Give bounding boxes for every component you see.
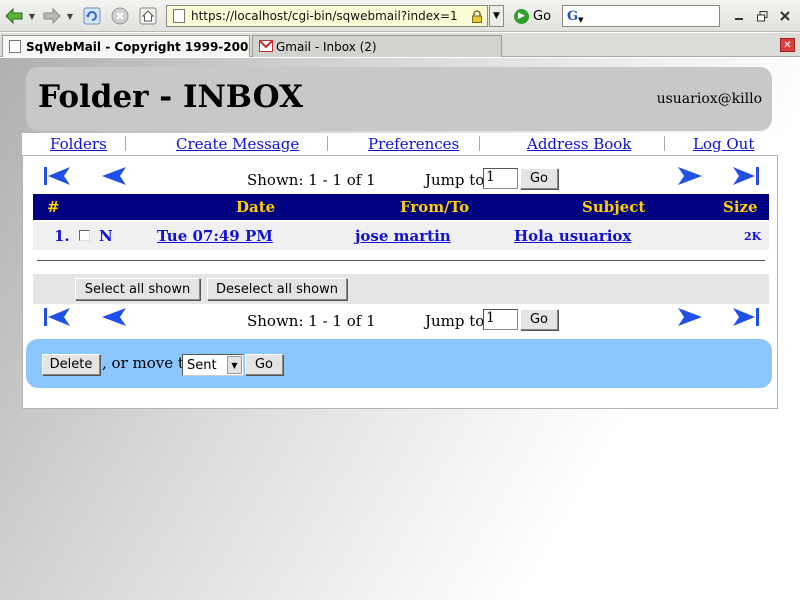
webmail-page: Folder - INBOX usuariox@killo Folders Cr…: [0, 58, 800, 600]
tab-gmail[interactable]: Gmail - Inbox (2): [252, 35, 502, 57]
column-number: #: [47, 198, 60, 216]
nav-address-book[interactable]: Address Book: [527, 135, 631, 153]
move-folder-select[interactable]: Sent ▼: [182, 354, 244, 376]
home-icon[interactable]: [138, 6, 158, 26]
page-title: Folder - INBOX: [38, 79, 304, 115]
close-tab-icon[interactable]: ✕: [780, 38, 795, 52]
jump-input[interactable]: 1: [483, 309, 518, 330]
tab-label: Gmail - Inbox (2): [276, 39, 377, 54]
page-icon: [173, 9, 185, 23]
jump-label: Jump to:: [425, 171, 490, 189]
search-engine-dropdown-icon[interactable]: ▼: [578, 16, 583, 24]
table-row[interactable]: 1. N Tue 07:49 PM jose martin Hola usuar…: [33, 222, 769, 250]
tab-sqwebmail[interactable]: SqWebMail - Copyright 1999-2004...: [2, 35, 250, 57]
message-list-header: # Date From/To Subject Size: [33, 194, 769, 220]
message-number: 1.: [54, 227, 70, 245]
previous-page-icon[interactable]: [101, 165, 127, 187]
jump-go-button[interactable]: Go: [520, 309, 558, 330]
nav-separator: [664, 136, 665, 151]
browser-toolbar: ▼ ▼ https://localhost/cgi-bin/sqwebmail?…: [0, 0, 800, 32]
nav-folders[interactable]: Folders: [50, 135, 107, 153]
jump-go-button[interactable]: Go: [520, 168, 558, 189]
column-size[interactable]: Size: [723, 198, 758, 216]
forward-icon[interactable]: [42, 6, 62, 26]
restore-icon[interactable]: [754, 8, 770, 24]
folder-header: Folder - INBOX usuariox@killo: [26, 67, 772, 131]
shown-count: Shown: 1 - 1 of 1: [247, 171, 376, 189]
move-go-button[interactable]: Go: [245, 354, 283, 375]
column-subject[interactable]: Subject: [582, 198, 645, 216]
gmail-icon: [259, 40, 273, 53]
column-from-to[interactable]: From/To: [400, 198, 469, 216]
search-input[interactable]: G ▼: [562, 5, 720, 27]
go-arrow-icon: ▶: [514, 8, 529, 24]
back-icon[interactable]: [4, 6, 24, 26]
minimize-icon[interactable]: [731, 8, 747, 24]
lock-icon: [471, 10, 483, 23]
next-page-icon[interactable]: [677, 165, 703, 187]
first-page-icon[interactable]: [43, 306, 71, 328]
last-page-icon[interactable]: [732, 165, 760, 187]
stop-icon[interactable]: [110, 6, 130, 26]
message-date-link[interactable]: Tue 07:49 PM: [157, 227, 273, 245]
column-date[interactable]: Date: [236, 198, 275, 216]
divider: [37, 260, 765, 261]
jump-label: Jump to:: [425, 312, 490, 330]
pager-bottom: Shown: 1 - 1 of 1 Jump to: 1 Go: [33, 306, 769, 332]
back-dropdown-icon[interactable]: ▼: [27, 6, 37, 26]
google-search-icon: G: [567, 8, 579, 24]
nav-create-message[interactable]: Create Message: [176, 135, 299, 153]
reload-icon[interactable]: [82, 6, 102, 26]
main-nav: Folders Create Message Preferences Addre…: [22, 133, 778, 155]
close-window-icon[interactable]: [777, 8, 793, 24]
select-all-button[interactable]: Select all shown: [75, 278, 200, 300]
url-history-dropdown[interactable]: ▼: [489, 5, 504, 27]
browser-go-label: Go: [533, 8, 552, 24]
message-subject-link[interactable]: Hola usuariox: [514, 227, 631, 245]
message-size: 2K: [744, 230, 762, 243]
nav-log-out[interactable]: Log Out: [693, 135, 754, 153]
nav-separator: [125, 136, 126, 151]
message-status: N: [99, 227, 113, 245]
message-from-link[interactable]: jose martin: [355, 227, 451, 245]
first-page-icon[interactable]: [43, 165, 71, 187]
nav-separator: [327, 136, 328, 151]
deselect-all-button[interactable]: Deselect all shown: [207, 278, 347, 300]
delete-button[interactable]: Delete: [42, 354, 100, 375]
nav-separator: [479, 136, 480, 151]
last-page-icon[interactable]: [732, 306, 760, 328]
shown-count: Shown: 1 - 1 of 1: [247, 312, 376, 330]
move-folder-value: Sent: [187, 357, 217, 373]
jump-input[interactable]: 1: [483, 168, 518, 189]
url-text[interactable]: https://localhost/cgi-bin/sqwebmail?inde…: [191, 9, 471, 23]
chevron-down-icon: ▼: [227, 356, 242, 374]
tab-bar: SqWebMail - Copyright 1999-2004... Gmail…: [0, 33, 800, 57]
previous-page-icon[interactable]: [101, 306, 127, 328]
browser-go-button[interactable]: ▶ Go: [514, 6, 551, 26]
user-email: usuariox@killo: [656, 91, 762, 107]
next-page-icon[interactable]: [677, 306, 703, 328]
page-icon: [9, 40, 21, 53]
pager-top: Shown: 1 - 1 of 1 Jump to: 1 Go: [33, 165, 769, 191]
tab-label: SqWebMail - Copyright 1999-2004...: [26, 39, 250, 54]
move-delete-bar: Delete , or move to: Sent ▼ Go: [26, 339, 772, 388]
forward-dropdown-icon[interactable]: ▼: [65, 6, 75, 26]
message-checkbox[interactable]: [79, 230, 90, 241]
nav-preferences[interactable]: Preferences: [368, 135, 459, 153]
selection-bar: Select all shown Deselect all shown: [33, 274, 769, 304]
url-bar[interactable]: https://localhost/cgi-bin/sqwebmail?inde…: [166, 5, 488, 27]
